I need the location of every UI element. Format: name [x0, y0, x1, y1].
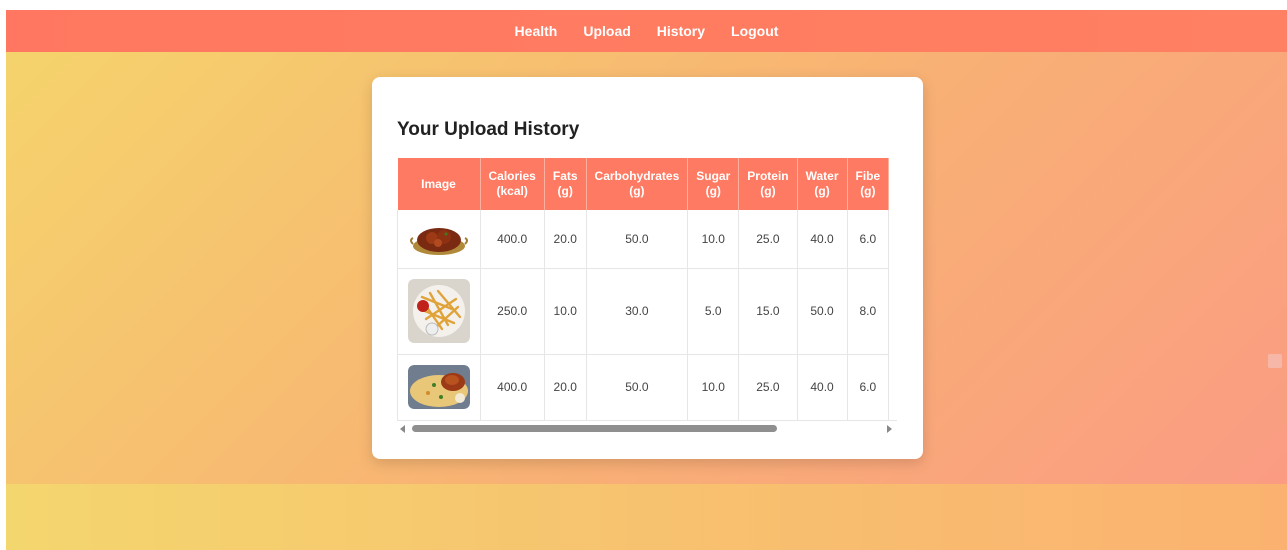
table-cell: 10.0 — [687, 354, 740, 420]
header-carbohydrates: Carbohydrates (g) — [586, 158, 689, 210]
nav-link-upload[interactable]: Upload — [583, 23, 630, 39]
curry-dish-image — [407, 217, 470, 260]
fries-dish-image — [407, 279, 470, 343]
table-cell: 6.0 — [847, 354, 890, 420]
nav-link-health[interactable]: Health — [515, 23, 558, 39]
table-cell: 5.0 — [687, 268, 740, 355]
history-table-container[interactable]: Image Calories (kcal) Fats (g) Carbohydrat… — [397, 158, 897, 420]
table-cell: 400.0 — [480, 210, 545, 269]
scroll-right-arrow-icon[interactable] — [887, 425, 892, 433]
nav-link-history[interactable]: History — [657, 23, 705, 39]
horizontal-scrollbar[interactable] — [397, 420, 897, 437]
header-fiber: Fibe (g) — [847, 158, 890, 210]
table-cell-image — [397, 354, 481, 420]
table-cell: 40.0 — [797, 354, 848, 420]
table-cell: 50.0 — [586, 354, 689, 420]
history-table: Image Calories (kcal) Fats (g) Carbohydrat… — [397, 158, 890, 420]
table-row: 400.0 20.0 50.0 10.0 25.0 40.0 6.0 — [397, 210, 890, 269]
table-cell: 8.0 — [847, 268, 890, 355]
table-row: 400.0 20.0 50.0 10.0 25.0 40.0 6.0 — [397, 354, 890, 420]
mail-icon[interactable] — [1268, 354, 1282, 368]
table-cell: 50.0 — [797, 268, 848, 355]
table-cell: 15.0 — [738, 268, 798, 355]
table-header-row: Image Calories (kcal) Fats (g) Carbohydrat… — [397, 158, 890, 210]
history-card: Your Upload History Image Calories (kcal)… — [372, 77, 923, 459]
page-title: Your Upload History — [397, 119, 580, 140]
table-cell: 400.0 — [480, 354, 545, 420]
table-cell: 6.0 — [847, 210, 890, 269]
scroll-left-arrow-icon[interactable] — [400, 425, 405, 433]
table-cell: 25.0 — [738, 354, 798, 420]
rice-chicken-dish-image — [407, 365, 470, 409]
table-cell: 20.0 — [544, 210, 587, 269]
header-image: Image — [397, 158, 481, 210]
table-cell: 25.0 — [738, 210, 798, 269]
table-cell: 40.0 — [797, 210, 848, 269]
header-fats: Fats (g) — [544, 158, 587, 210]
header-protein: Protein (g) — [738, 158, 798, 210]
table-cell: 250.0 — [480, 268, 545, 355]
table-cell: 10.0 — [544, 268, 587, 355]
table-cell: 50.0 — [586, 210, 689, 269]
table-cell-image — [397, 268, 481, 355]
top-navbar: Health Upload History Logout — [6, 10, 1287, 52]
table-cell: 30.0 — [586, 268, 689, 355]
table-cell: 20.0 — [544, 354, 587, 420]
nav-link-logout[interactable]: Logout — [731, 23, 778, 39]
header-water: Water (g) — [797, 158, 848, 210]
table-cell-image — [397, 210, 481, 269]
table-row: 250.0 10.0 30.0 5.0 15.0 50.0 8.0 — [397, 268, 890, 355]
header-sugar: Sugar (g) — [687, 158, 740, 210]
scrollbar-thumb[interactable] — [412, 425, 777, 432]
app-viewport: Health Upload History Logout Your Upload… — [6, 10, 1287, 550]
header-calories: Calories (kcal) — [480, 158, 545, 210]
table-cell: 10.0 — [687, 210, 740, 269]
footer-band — [6, 484, 1287, 550]
